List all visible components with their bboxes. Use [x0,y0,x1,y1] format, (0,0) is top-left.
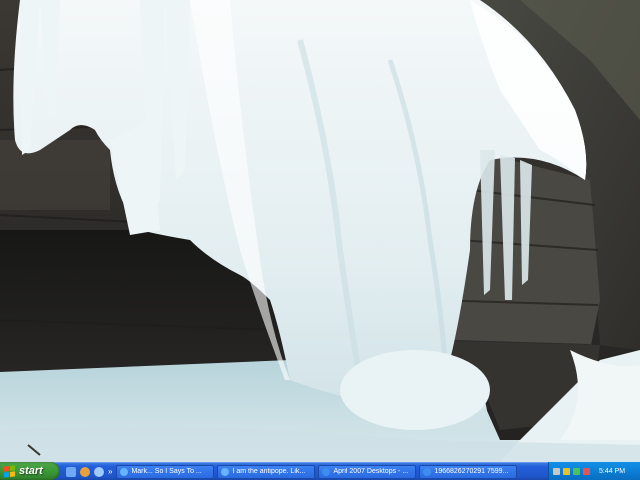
frozen-waterfall-photo [0,0,640,462]
task-buttons: Mark... So I Says To ... I am the antipo… [116,463,548,481]
flag-green [10,464,15,471]
task-label: Mark... So I Says To ... [131,468,202,475]
media-player-icon[interactable] [94,466,104,477]
browser-icon[interactable] [80,466,90,477]
task-button[interactable]: Mark... So I Says To ... [116,464,215,479]
task-button[interactable]: 1966826270291 7599... [419,464,518,479]
network-icon[interactable] [553,467,560,475]
flag-yellow [10,470,15,477]
flag-blue [4,471,9,478]
security-shield-icon[interactable] [563,467,570,475]
antivirus-icon[interactable] [583,467,590,475]
task-label: 1966826270291 7599... [434,468,509,475]
browser-window-icon [221,467,230,476]
task-button[interactable]: April 2007 Desktops - ... [318,464,417,479]
task-button[interactable]: I am the antipope. Lik... [217,464,316,479]
browser-window-icon [120,467,129,476]
windows-flag-icon [4,464,15,478]
desktop-wallpaper [0,0,640,462]
start-button[interactable]: start [0,462,60,480]
clock[interactable]: 5:44 PM [599,468,625,475]
show-desktop-icon[interactable] [66,466,76,477]
start-label: start [19,465,43,477]
taskbar: start » Mark... So I Says To ... I am th… [0,462,640,480]
quick-launch-more-button[interactable]: » [108,467,112,476]
flag-red [4,465,9,472]
volume-icon[interactable] [573,467,580,475]
ie-window-icon [322,467,331,476]
system-tray: 5:44 PM [548,462,640,480]
ie-window-icon [423,467,432,476]
task-label: I am the antipope. Lik... [232,468,306,475]
task-label: April 2007 Desktops - ... [333,468,409,475]
quick-launch-bar: » [66,463,116,481]
